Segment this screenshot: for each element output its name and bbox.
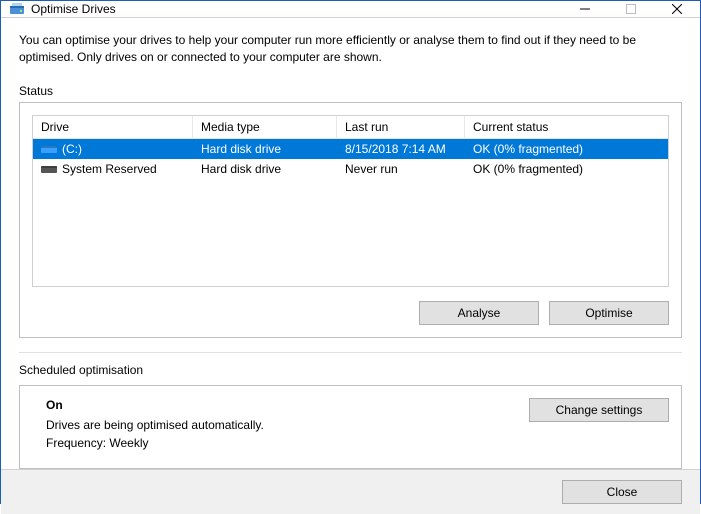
drive-list[interactable]: Drive Media type Last run Current status… (32, 115, 669, 287)
close-window-button[interactable] (654, 1, 700, 17)
drive-icon (41, 143, 57, 155)
drive-media: Hard disk drive (193, 162, 337, 176)
description-text: You can optimise your drives to help you… (19, 32, 682, 66)
column-header-status[interactable]: Current status (465, 116, 668, 138)
divider (19, 352, 682, 353)
schedule-label: Scheduled optimisation (19, 363, 682, 377)
drive-list-header: Drive Media type Last run Current status (33, 116, 668, 139)
minimize-button[interactable] (562, 1, 608, 17)
status-label: Status (19, 84, 682, 98)
app-icon (9, 1, 25, 17)
drive-row[interactable]: (C:) Hard disk drive8/15/2018 7:14 AMOK (… (33, 139, 668, 159)
close-button[interactable]: Close (562, 480, 682, 504)
maximize-button[interactable] (608, 1, 654, 17)
status-group: Drive Media type Last run Current status… (19, 102, 682, 338)
column-header-media[interactable]: Media type (193, 116, 337, 138)
analyse-button[interactable]: Analyse (419, 301, 539, 325)
drive-media: Hard disk drive (193, 142, 337, 156)
column-header-lastrun[interactable]: Last run (337, 116, 465, 138)
drive-lastrun: 8/15/2018 7:14 AM (337, 142, 465, 156)
drive-status: OK (0% fragmented) (465, 142, 668, 156)
window-title: Optimise Drives (31, 2, 562, 16)
change-settings-button[interactable]: Change settings (529, 398, 669, 422)
drive-status: OK (0% fragmented) (465, 162, 668, 176)
drive-icon (41, 163, 57, 175)
schedule-frequency: Frequency: Weekly (46, 436, 529, 450)
window-controls (562, 1, 700, 17)
schedule-group: On Drives are being optimised automatica… (19, 385, 682, 469)
schedule-detail: Drives are being optimised automatically… (46, 418, 529, 432)
drive-name: System Reserved (62, 162, 157, 176)
optimise-button[interactable]: Optimise (549, 301, 669, 325)
drive-lastrun: Never run (337, 162, 465, 176)
titlebar: Optimise Drives (1, 1, 700, 18)
drive-row[interactable]: System Reserved Hard disk driveNever runO… (33, 159, 668, 179)
column-header-drive[interactable]: Drive (33, 116, 193, 138)
schedule-state: On (46, 398, 529, 412)
footer: Close (1, 469, 700, 514)
drive-name: (C:) (62, 142, 82, 156)
